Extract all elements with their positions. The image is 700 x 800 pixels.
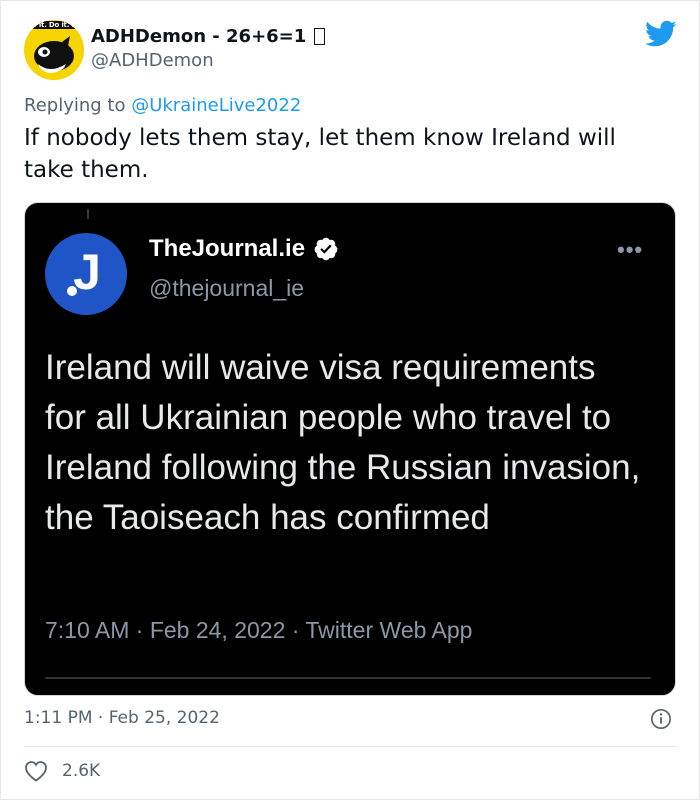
media-artifact [87, 209, 89, 219]
embedded-tweet-meta: 7:10 AM · Feb 24, 2022 · Twitter Web App [45, 617, 473, 643]
more-options-icon: ••• [617, 237, 644, 262]
footer-divider [24, 746, 676, 747]
embedded-tweet-image[interactable]: J TheJournal.ie @thejournal_ie ••• Irela… [24, 202, 676, 696]
author-display-name[interactable]: ADHDemon - 26+6=1 [91, 26, 306, 47]
twitter-bird-icon[interactable] [645, 20, 677, 48]
reply-context: Replying to @UkraineLive2022 [24, 95, 301, 116]
reply-prefix: Replying to [24, 95, 132, 116]
info-icon[interactable] [650, 708, 672, 730]
author-avatar[interactable]: Do it. Do it. Do [24, 20, 84, 80]
embedded-tweet-text: Ireland will waive visa requirements for… [45, 348, 641, 537]
like-action[interactable]: 2.6K [24, 760, 100, 782]
embedded-name-row: TheJournal.ie [149, 235, 339, 263]
avatar-caption: Do it. Do it. Do [24, 21, 84, 29]
unsupported-emoji-icon [314, 27, 326, 45]
embedded-handle: @thejournal_ie [149, 275, 305, 301]
demon-face-icon [34, 36, 74, 73]
heart-icon[interactable] [24, 760, 48, 782]
journal-avatar: J [45, 233, 127, 315]
embedded-display-name: TheJournal.ie [149, 235, 306, 262]
tweet-text: If nobody lets them stay, let them know … [24, 125, 616, 183]
tweet-timestamp[interactable]: 1:11 PM · Feb 25, 2022 [24, 708, 220, 728]
reply-mention-link[interactable]: @UkraineLive2022 [131, 95, 301, 116]
author-handle[interactable]: @ADHDemon [91, 50, 214, 71]
verified-badge-icon [314, 237, 338, 261]
embedded-divider [45, 677, 651, 679]
author-name-row[interactable]: ADHDemon - 26+6=1 [91, 24, 326, 48]
like-count: 2.6K [62, 761, 101, 781]
journal-logo-letter: J [73, 244, 101, 300]
